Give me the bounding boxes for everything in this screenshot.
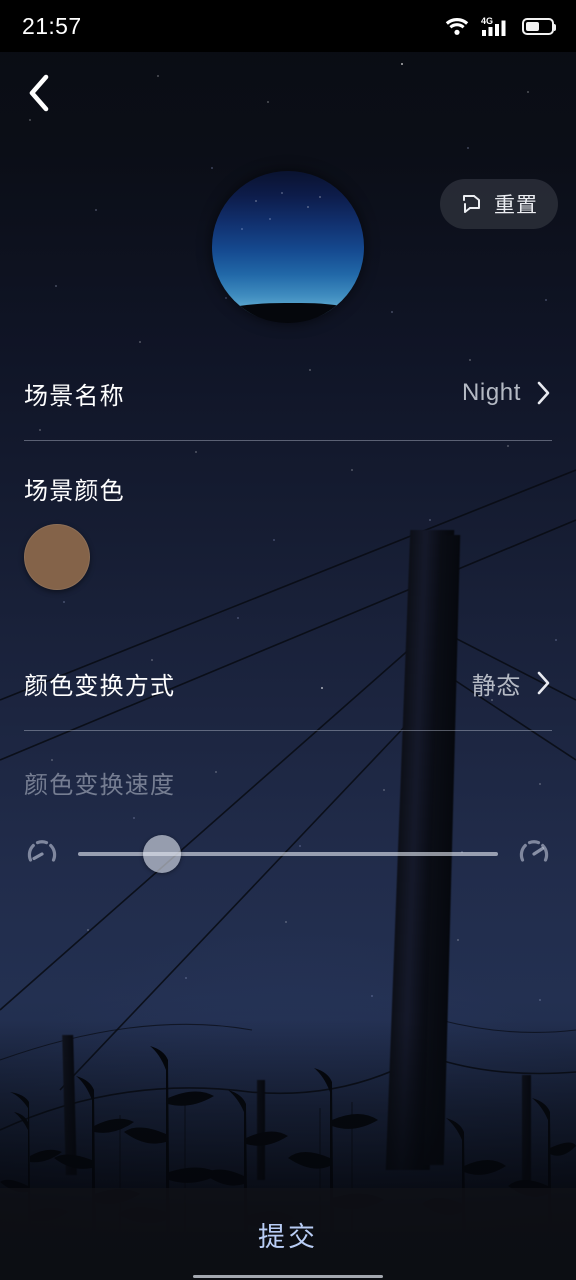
system-navigation-bar bbox=[0, 1272, 576, 1280]
reset-button-label: 重置 bbox=[494, 194, 538, 217]
color-speed-slider-row bbox=[0, 818, 576, 890]
top-navigation-bar bbox=[0, 52, 576, 134]
scene-name-right: Night bbox=[462, 379, 552, 407]
signal-4g-icon: 4G bbox=[481, 16, 506, 36]
scene-color-label: 场景颜色 bbox=[24, 478, 125, 505]
status-clock: 21:57 bbox=[22, 12, 82, 39]
chevron-left-icon bbox=[29, 74, 49, 112]
scene-color-swatches bbox=[0, 506, 576, 590]
color-speed-label: 颜色变换速度 bbox=[24, 772, 176, 799]
battery-icon bbox=[522, 17, 556, 35]
scene-preview-circle bbox=[212, 171, 364, 323]
chevron-right-icon bbox=[537, 671, 550, 695]
scene-name-value: Night bbox=[461, 379, 521, 406]
row-scene-name[interactable]: 场景名称 Night bbox=[0, 360, 576, 426]
speed-fast-icon bbox=[519, 840, 549, 862]
preview-stars bbox=[212, 171, 364, 323]
status-icons: 4G bbox=[444, 15, 556, 37]
slider-thumb[interactable] bbox=[142, 835, 181, 873]
chevron-right-icon bbox=[537, 381, 550, 405]
home-indicator[interactable] bbox=[193, 1274, 383, 1278]
wifi-icon bbox=[445, 18, 469, 35]
submit-button-label: 提交 bbox=[258, 1221, 318, 1252]
speed-slow-icon bbox=[27, 840, 57, 862]
preview-horizon bbox=[212, 303, 364, 323]
slider-track bbox=[78, 852, 498, 856]
color-speed-slider[interactable] bbox=[78, 834, 498, 874]
status-bar: 21:57 4G bbox=[0, 0, 576, 52]
color-swatch[interactable] bbox=[24, 524, 90, 590]
settings-list: 场景名称 Night 场景颜色 颜色变换方式 静态 颜色变换速度 bbox=[0, 360, 576, 890]
reset-button[interactable]: 重置 bbox=[440, 179, 558, 229]
reset-icon bbox=[463, 195, 480, 213]
app-screen: 21:57 4G 重置 场景名称 Night 场景颜色 颜色变换方式 静态 颜色… bbox=[0, 0, 576, 1280]
row-color-mode[interactable]: 颜色变换方式 静态 bbox=[0, 650, 576, 716]
color-mode-value: 静态 bbox=[471, 672, 521, 700]
color-mode-right: 静态 bbox=[472, 666, 552, 701]
svg-text:4G: 4G bbox=[481, 16, 493, 26]
color-mode-label: 颜色变换方式 bbox=[24, 672, 176, 700]
scene-name-label: 场景名称 bbox=[24, 382, 125, 410]
submit-button[interactable]: 提交 bbox=[0, 1188, 576, 1280]
back-button[interactable] bbox=[8, 62, 70, 124]
